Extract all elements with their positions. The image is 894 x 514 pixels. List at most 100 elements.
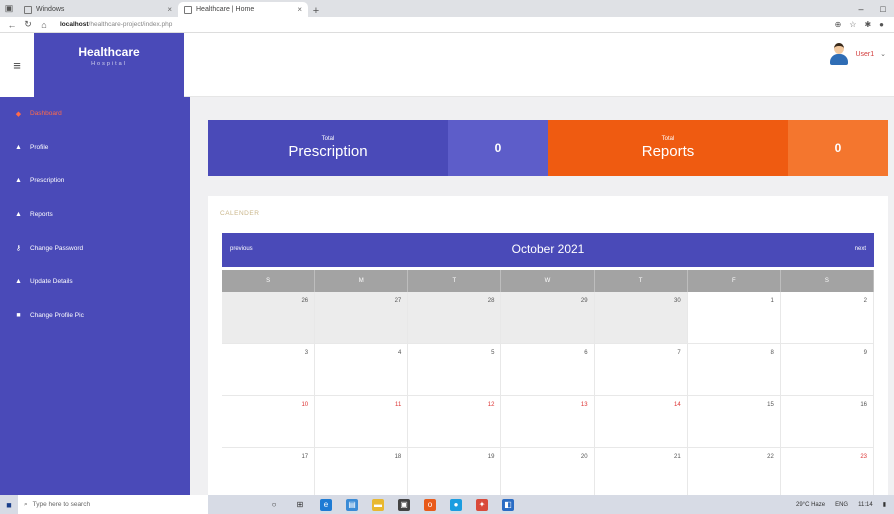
chrome-icon[interactable]: ● [450,498,462,511]
sidebar-item-change-profile-pic[interactable]: ■ Change Profile Pic [0,299,190,333]
task-view-icon[interactable]: ○ [268,499,280,511]
user-menu[interactable]: User1 ⌄ [829,43,886,65]
calendar-day[interactable]: 17 [222,448,316,500]
window-menu-icon[interactable]: ▣ [0,0,18,17]
calendar-day[interactable]: 3 [222,344,316,396]
calendar-next-link[interactable]: next [855,246,866,252]
home-browser-icon[interactable]: ⌂ [36,20,52,30]
sidebar-item-change-password[interactable]: ⚷ Change Password [0,231,190,265]
url-host: localhost [60,21,89,28]
user-icon: ▲ [15,177,22,185]
maximize-icon[interactable]: □ [872,0,894,17]
tab-close-icon[interactable]: × [297,5,302,14]
tab-close-icon[interactable]: × [167,5,172,14]
calendar-day[interactable]: 1 [687,292,781,344]
extension-icon[interactable]: ✱ [864,20,871,29]
sidebar-item-profile[interactable]: ▲ Profile [0,131,190,165]
sidebar-item-dashboard[interactable]: ◆ Dashboard [0,97,190,131]
calendar-day[interactable]: 2 [780,292,874,344]
url-input[interactable]: localhost/healthcare-project/index.php [60,21,835,28]
reload-icon[interactable]: ↻ [20,19,36,30]
calendar-day[interactable]: 30 [594,292,688,344]
stat-prescription-value: 0 [448,120,548,176]
bookmark-icon[interactable]: ☆ [849,20,856,29]
notification-icon[interactable]: ▮ [883,501,886,508]
calendar-day[interactable]: 21 [594,448,688,500]
calendar-day[interactable]: 15 [687,396,781,448]
profile-icon[interactable]: ● [879,20,884,29]
stat-label: Reports [641,143,695,160]
taskbar-search-input[interactable]: ⌕ Type here to search [18,495,208,514]
hamburger-menu-icon[interactable]: ≡ [0,33,34,97]
file-explorer-icon[interactable]: ▬ [372,498,384,511]
calendar-day[interactable]: 18 [315,448,409,500]
opera-icon[interactable]: o [424,498,436,511]
calendar-day[interactable]: 26 [222,292,316,344]
stat-label: Prescription [288,143,368,160]
calendar-day[interactable]: 4 [315,344,409,396]
search-placeholder: Type here to search [32,501,91,508]
calendar-day[interactable]: 6 [501,344,595,396]
calendar-day[interactable]: 22 [687,448,781,500]
calendar-day[interactable]: 27 [315,292,409,344]
calendar-day[interactable]: 14 [594,396,688,448]
sidebar-item-label: Reports [30,211,53,219]
top-header: User1 ⌄ [184,33,894,97]
stat-prescription[interactable]: Total Prescription [208,120,448,176]
calendar-day[interactable]: 23 [780,448,874,500]
sidebar-item-reports[interactable]: ▲ Reports [0,198,190,232]
stat-reports-value: 0 [788,120,888,176]
app-icon[interactable]: ✦ [476,498,488,511]
brand-title: Healthcare [78,45,140,59]
browser-tab-2[interactable]: Healthcare | Home × [178,2,308,17]
calendar-day[interactable]: 10 [222,396,316,448]
back-icon[interactable]: ← [4,20,20,30]
calendar-day[interactable]: 7 [594,344,688,396]
brand-logo[interactable]: Healthcare Hospital [34,33,184,97]
tab-favicon-icon [24,5,32,14]
zoom-icon[interactable]: ⊕ [835,20,842,29]
weekday: M [315,270,409,292]
minimize-icon[interactable]: – [850,0,872,17]
weekday: F [688,270,781,292]
calendar-panel: CALENDER previous October 2021 next S M … [208,196,888,500]
calendar-day[interactable]: 16 [780,396,874,448]
calendar-weekdays: S M T W T F S [222,270,874,292]
calendar-day[interactable]: 11 [315,396,409,448]
user-icon: ▲ [15,211,22,219]
calendar-day[interactable]: 12 [408,396,502,448]
browser-tab-1[interactable]: Windows × [18,2,178,17]
sidebar-item-prescription[interactable]: ▲ Prescription [0,164,190,198]
new-tab-icon[interactable]: + [308,5,324,17]
sidebar-item-update-details[interactable]: ▲ Update Details [0,265,190,299]
calendar-day[interactable]: 20 [501,448,595,500]
main-content: Total Prescription 0 Total Reports 0 [208,120,888,176]
key-icon: ⚷ [15,245,22,253]
calendar-day[interactable]: 5 [408,344,502,396]
calendar-day[interactable]: 9 [780,344,874,396]
vscode-icon[interactable]: ◧ [502,498,514,511]
camera-icon: ■ [16,311,21,319]
widgets-icon[interactable]: ⊞ [294,499,306,511]
weather-text[interactable]: 29°C Haze [796,502,825,508]
calendar-day[interactable]: 28 [408,292,502,344]
lock-icon[interactable]: ▣ [398,498,410,511]
language-indicator[interactable]: ENG [835,502,848,508]
sidebar: ◆ Dashboard ▲ Profile ▲ Prescription ▲ R… [0,97,190,495]
address-bar: ← ↻ ⌂ localhost/healthcare-project/index… [0,17,894,33]
windows-start-icon[interactable]: ■ [0,500,18,510]
edge-icon[interactable]: e [320,498,332,511]
home-icon: ◆ [15,110,22,118]
calendar-day[interactable]: 13 [501,396,595,448]
stats-row: Total Prescription 0 Total Reports 0 [208,120,888,176]
calendar-day[interactable]: 19 [408,448,502,500]
user-icon: ▲ [15,143,22,151]
clock[interactable]: 11:14 [858,502,873,508]
calendar-day[interactable]: 29 [501,292,595,344]
weekday: T [595,270,688,292]
system-tray: 29°C Haze ENG 11:14 ▮ [796,501,894,509]
store-icon[interactable]: ▤ [346,498,358,511]
user-name: User1 [855,50,875,58]
calendar-day[interactable]: 8 [687,344,781,396]
stat-reports[interactable]: Total Reports [548,120,788,176]
